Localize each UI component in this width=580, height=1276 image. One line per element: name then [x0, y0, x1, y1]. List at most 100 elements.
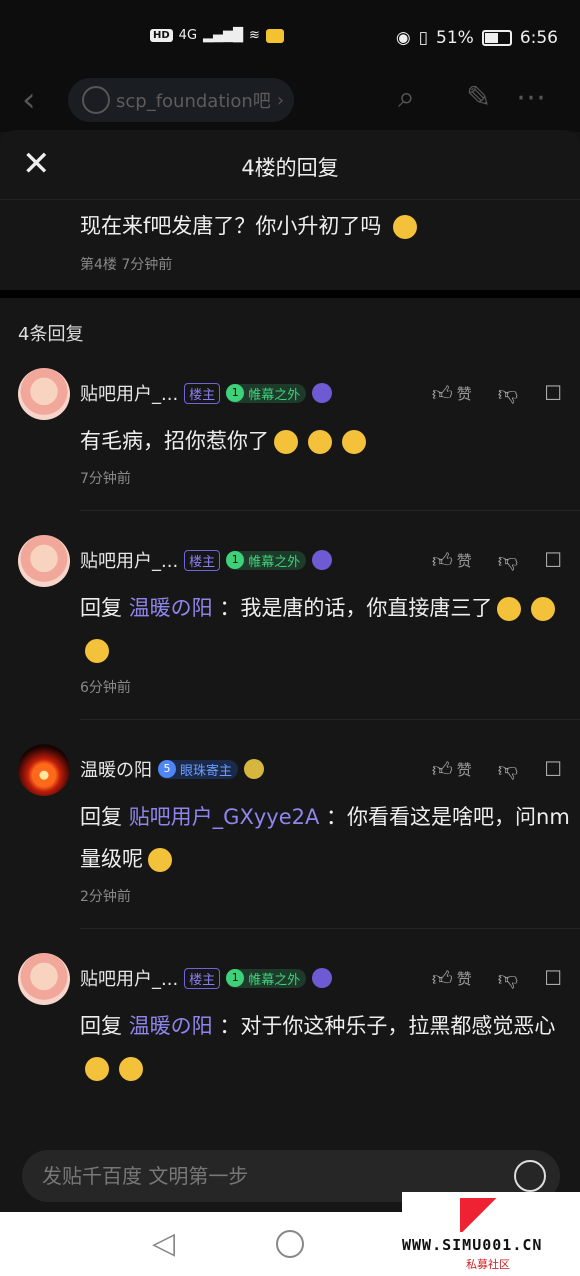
reply-text: 有毛病，招你惹你了: [80, 418, 580, 462]
emoji-icon: [148, 848, 172, 872]
like-button[interactable]: 👍︎ 赞: [432, 966, 472, 991]
watermark: WWW.SIMU001.CN 私募社区: [402, 1192, 580, 1276]
emoji-icon: [85, 1057, 109, 1081]
emoji-icon: [342, 430, 366, 454]
reply-time: 2分钟前: [80, 889, 131, 905]
emoji-icon: [119, 1057, 143, 1081]
reply-item[interactable]: 👍︎ 赞 👎︎ ☐ 贴吧用户_... 楼主 1 帷幕之外 有毛病，招你惹你了 7分钟前: [0, 368, 580, 510]
back-icon[interactable]: ‹: [22, 80, 36, 120]
reply-item[interactable]: 👍︎ 赞 👎︎ ☐ 贴吧用户_... 楼主 1 帷幕之外 回复 温暖の阳 ：我是唐的话，你直接唐…: [18, 510, 580, 719]
search-icon[interactable]: ⌕: [398, 80, 415, 115]
avatar[interactable]: [18, 368, 70, 420]
username[interactable]: 贴吧用户_...: [80, 380, 178, 406]
level-badge: 1 帷幕之外: [226, 550, 307, 570]
section-divider: [0, 290, 580, 298]
level-title: 帷幕之外: [248, 972, 301, 988]
op-badge: 楼主: [184, 382, 221, 404]
like-button[interactable]: 👍︎ 赞: [432, 381, 472, 406]
avatar[interactable]: [18, 953, 70, 1005]
username[interactable]: 贴吧用户_...: [80, 547, 178, 573]
clock: 6:56: [519, 28, 558, 48]
thumbs-up-icon: 👍︎: [431, 380, 453, 405]
reply-actions: 👍︎ 赞 👎︎ ☐: [432, 953, 562, 1003]
avatar[interactable]: [18, 535, 70, 587]
thumbs-down-icon[interactable]: 👎︎: [498, 757, 518, 782]
reply-actions: 👍︎ 赞 👎︎ ☐: [432, 535, 562, 585]
level-title: 帷幕之外: [248, 554, 301, 570]
reply-prefix: 回复: [80, 596, 122, 620]
comment-icon[interactable]: ☐: [544, 966, 562, 990]
reply-text: 回复 贴吧用户_GXyye2A ：你看看这是啥吧，问nm量级呢: [80, 794, 580, 880]
nav-home-icon[interactable]: [276, 1230, 304, 1258]
reply-prefix: 回复: [80, 805, 122, 829]
signal-icon: ▂▄▆█: [203, 28, 244, 43]
reply-count: 4条回复: [18, 324, 84, 345]
level-number: 5: [158, 760, 176, 778]
emoji-icon: [274, 430, 298, 454]
original-post: 现在来f吧发唐了？你小升初了吗 第4楼 7分钟前: [0, 200, 580, 290]
original-post-text: 现在来f吧发唐了？你小升初了吗: [80, 210, 580, 240]
more-icon[interactable]: ⋯: [516, 80, 546, 115]
medal-icon: [312, 383, 333, 403]
like-label: 赞: [456, 969, 472, 988]
like-label: 赞: [456, 551, 472, 570]
chevron-right-icon: ›: [276, 89, 285, 111]
comment-icon[interactable]: ☐: [544, 757, 562, 781]
reply-sheet: ✕ 4楼的回复 现在来f吧发唐了？你小升初了吗 第4楼 7分钟前 4条回复 👍︎…: [0, 130, 580, 1212]
reply-content: ：对于你这种乐子，拉黑都感觉恶心: [219, 1014, 556, 1038]
page-header: ‹ scp_foundation吧 › ⌕ ✎ ⋯: [0, 72, 580, 132]
forum-pill[interactable]: scp_foundation吧 ›: [68, 78, 294, 122]
like-button[interactable]: 👍︎ 赞: [432, 548, 472, 573]
watermark-text: WWW.SIMU001.CN: [402, 1236, 543, 1254]
comment-input[interactable]: [42, 1164, 502, 1188]
medal-icon: [312, 968, 333, 988]
level-title: 眼珠寄主: [180, 763, 233, 779]
level-badge: 1 帷幕之外: [226, 968, 307, 988]
reply-target-link[interactable]: 温暖の阳: [129, 596, 213, 620]
reply-item[interactable]: 👍︎ 赞 👎︎ ☐ 温暖の阳 5 眼珠寄主回复 贴吧用户_GXyye2A ：你看看这是啥吧，…: [18, 719, 580, 928]
username[interactable]: 温暖の阳: [80, 756, 152, 782]
thumbs-down-icon[interactable]: 👎︎: [498, 548, 518, 573]
medal-icon: [244, 759, 265, 779]
emoji-icon: [497, 597, 522, 621]
wifi-icon: ≋: [249, 28, 260, 43]
reply-target-link[interactable]: 温暖の阳: [129, 1014, 213, 1038]
reply-text: 回复 温暖の阳 ：我是唐的话，你直接唐三了: [80, 585, 580, 671]
level-number: 1: [226, 551, 245, 569]
level-badge: 5 眼珠寄主: [158, 759, 239, 779]
level-number: 1: [226, 384, 245, 402]
status-bar: HD 4G ▂▄▆█ ≋ ◉ ▯ 51% 6:56: [0, 0, 580, 72]
emoji-icon: [531, 597, 556, 621]
comment-icon[interactable]: ☐: [544, 381, 562, 405]
level-badge: 1 帷幕之外: [226, 383, 307, 403]
status-left: HD 4G ▂▄▆█ ≋: [150, 28, 284, 43]
vibrate-icon: ▯: [418, 28, 429, 48]
reply-actions: 👍︎ 赞 👎︎ ☐: [432, 368, 562, 418]
edit-icon[interactable]: ✎: [466, 80, 491, 115]
emoji-icon: [393, 215, 418, 239]
reply-content: ：我是唐的话，你直接唐三了: [219, 596, 493, 620]
thumbs-down-icon[interactable]: 👎︎: [498, 966, 518, 991]
level-number: 1: [226, 969, 245, 987]
thumbs-up-icon: 👍︎: [431, 756, 453, 781]
reply-time: 7分钟前: [80, 471, 131, 487]
original-post-body: 现在来f吧发唐了？你小升初了吗: [80, 214, 382, 238]
like-button[interactable]: 👍︎ 赞: [432, 757, 472, 782]
avatar[interactable]: [18, 744, 70, 796]
emoji-icon: [85, 639, 109, 663]
username[interactable]: 贴吧用户_...: [80, 965, 178, 991]
forum-logo-icon: [82, 86, 110, 114]
nav-back-icon[interactable]: ◁: [152, 1226, 175, 1261]
op-badge: 楼主: [184, 549, 221, 571]
reply-item[interactable]: 👍︎ 赞 👎︎ ☐ 贴吧用户_... 楼主 1 帷幕之外 回复 温暖の阳 ：对于你这种乐子，拉黑…: [18, 928, 580, 1117]
mail-icon: [265, 28, 284, 43]
emoji-picker-icon[interactable]: [514, 1160, 546, 1192]
comment-icon[interactable]: ☐: [544, 548, 562, 572]
reply-target-link[interactable]: 贴吧用户_GXyye2A: [129, 805, 320, 829]
original-post-meta: 第4楼 7分钟前: [80, 257, 173, 273]
like-label: 赞: [456, 384, 472, 403]
level-title: 帷幕之外: [248, 387, 301, 403]
watermark-sub: 私募社区: [466, 1258, 510, 1271]
hd-icon: HD: [150, 29, 173, 42]
thumbs-down-icon[interactable]: 👎︎: [498, 381, 518, 406]
